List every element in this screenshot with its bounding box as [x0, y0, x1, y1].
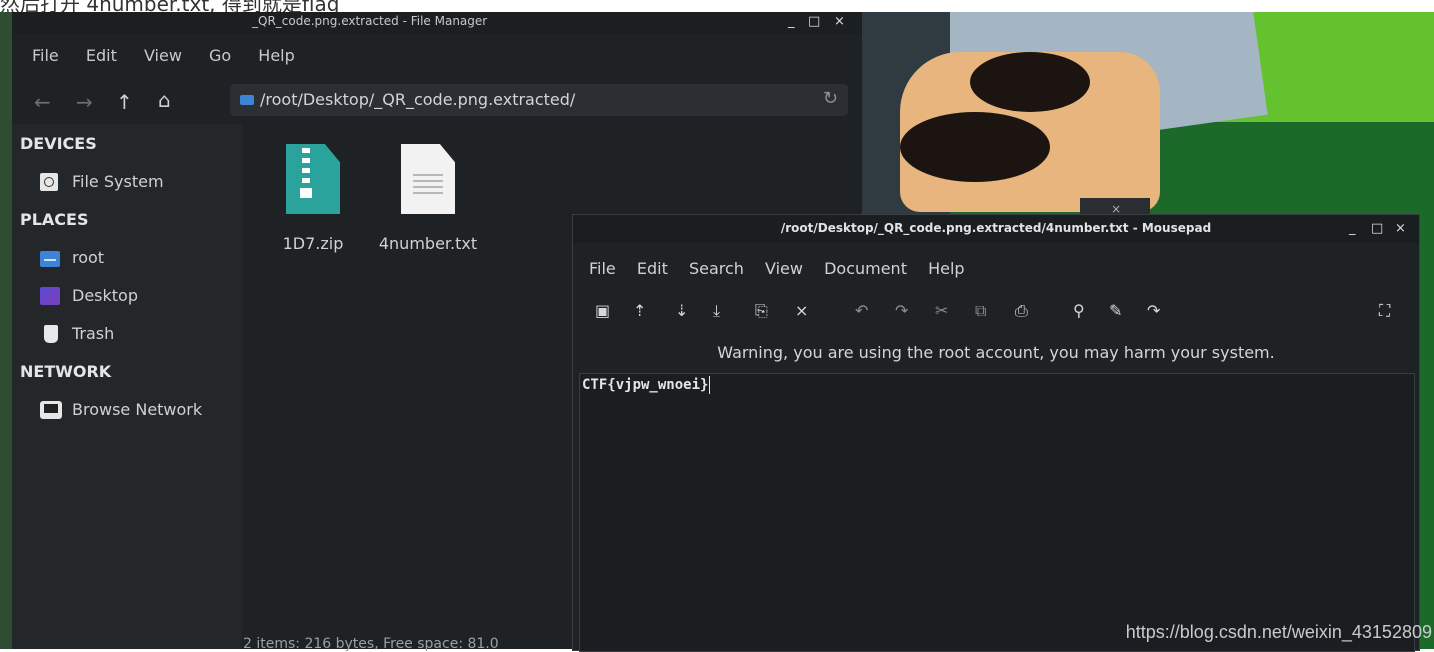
minimize-button[interactable]: _ — [1349, 221, 1356, 236]
location-path: /root/Desktop/_QR_code.png.extracted/ — [260, 90, 576, 109]
menu-view[interactable]: View — [765, 259, 803, 278]
menu-search[interactable]: Search — [689, 259, 744, 278]
text-editor[interactable]: CTF{vjpw_wnoei} — [579, 373, 1415, 652]
close-document-icon[interactable]: × — [795, 301, 808, 320]
close-button[interactable]: × — [834, 14, 845, 29]
root-warning: Warning, you are using the root account,… — [717, 343, 1275, 362]
file-item-zip[interactable]: 1D7.zip — [273, 144, 353, 253]
desktop-icon — [40, 287, 60, 305]
menu-file[interactable]: File — [589, 259, 616, 278]
folder-icon — [40, 251, 60, 267]
new-document-icon[interactable]: ▣ — [595, 301, 610, 320]
minimize-button[interactable]: _ — [788, 14, 795, 29]
network-icon — [40, 401, 62, 419]
undo-icon[interactable]: ↶ — [855, 301, 868, 320]
fullscreen-icon[interactable]: ⛶ — [1379, 301, 1390, 321]
home-icon[interactable]: ⌂ — [158, 88, 171, 112]
status-bar: 2 items: 216 bytes, Free space: 81.0 — [243, 636, 499, 652]
harddisk-icon — [40, 173, 58, 191]
menu-document[interactable]: Document — [824, 259, 907, 278]
sidebar-header-devices: DEVICES — [20, 134, 97, 153]
save-icon[interactable]: ⇣ — [675, 301, 688, 320]
zip-file-icon — [286, 144, 340, 214]
file-manager-menubar: File Edit View Go Help — [12, 46, 297, 70]
sidebar: DEVICES File System PLACES root Desktop … — [12, 124, 242, 649]
mousepad-toolbar: ▣ ⇡ ⇣ ⤓ ⎘ × ↶ ↷ ✂ ⧉ ⎙ ⚲ ✎ ↷ ⛶ — [573, 301, 1419, 325]
close-button[interactable]: × — [1395, 221, 1406, 236]
mousepad-window: /root/Desktop/_QR_code.png.extracted/4nu… — [572, 214, 1420, 652]
reload-icon[interactable]: ⎘ — [755, 301, 768, 321]
redo-icon[interactable]: ↷ — [895, 301, 908, 320]
file-manager-titlebar[interactable]: _QR_code.png.extracted - File Manager _ … — [12, 12, 862, 34]
menu-file[interactable]: File — [32, 46, 59, 65]
maximize-button[interactable]: □ — [808, 14, 820, 29]
back-arrow-icon[interactable]: ← — [34, 90, 51, 114]
text-file-icon — [401, 144, 455, 214]
forward-arrow-icon[interactable]: → — [76, 90, 93, 114]
text-caret — [709, 376, 711, 394]
menu-help[interactable]: Help — [258, 46, 294, 65]
file-name: 1D7.zip — [282, 234, 344, 253]
reload-icon[interactable]: ↻ — [823, 88, 838, 109]
copy-icon[interactable]: ⧉ — [975, 301, 986, 321]
sidebar-header-places: PLACES — [20, 210, 89, 229]
file-manager-title: _QR_code.png.extracted - File Manager — [252, 14, 488, 28]
menu-view[interactable]: View — [144, 46, 182, 65]
trash-icon — [44, 325, 58, 343]
paste-icon[interactable]: ⎙ — [1015, 301, 1028, 321]
menu-edit[interactable]: Edit — [86, 46, 117, 65]
watermark: https://blog.csdn.net/weixin_43152809 — [1125, 622, 1432, 642]
maximize-button[interactable]: □ — [1371, 221, 1383, 236]
menu-go[interactable]: Go — [209, 46, 231, 65]
folder-icon — [240, 95, 254, 105]
menu-edit[interactable]: Edit — [637, 259, 668, 278]
desktop-edge — [0, 12, 12, 649]
mousepad-titlebar[interactable]: /root/Desktop/_QR_code.png.extracted/4nu… — [573, 215, 1419, 243]
search-icon[interactable]: ⚲ — [1073, 301, 1085, 320]
sidebar-header-network: NETWORK — [20, 362, 112, 381]
editor-content: CTF{vjpw_wnoei} — [582, 376, 711, 394]
cut-icon[interactable]: ✂ — [935, 301, 948, 320]
mousepad-title: /root/Desktop/_QR_code.png.extracted/4nu… — [780, 221, 1212, 235]
go-to-line-icon[interactable]: ↷ — [1147, 301, 1160, 320]
mousepad-menubar: File Edit Search View Document Help — [573, 259, 965, 278]
find-replace-icon[interactable]: ✎ — [1109, 301, 1122, 320]
file-item-txt[interactable]: 4number.txt — [373, 144, 483, 253]
location-bar[interactable]: /root/Desktop/_QR_code.png.extracted/ ↻ — [230, 84, 848, 116]
file-name: 4number.txt — [378, 234, 478, 253]
save-as-icon[interactable]: ⤓ — [713, 301, 720, 321]
open-icon[interactable]: ⇡ — [633, 301, 646, 320]
menu-help[interactable]: Help — [928, 259, 964, 278]
up-arrow-icon[interactable]: ↑ — [116, 90, 133, 114]
